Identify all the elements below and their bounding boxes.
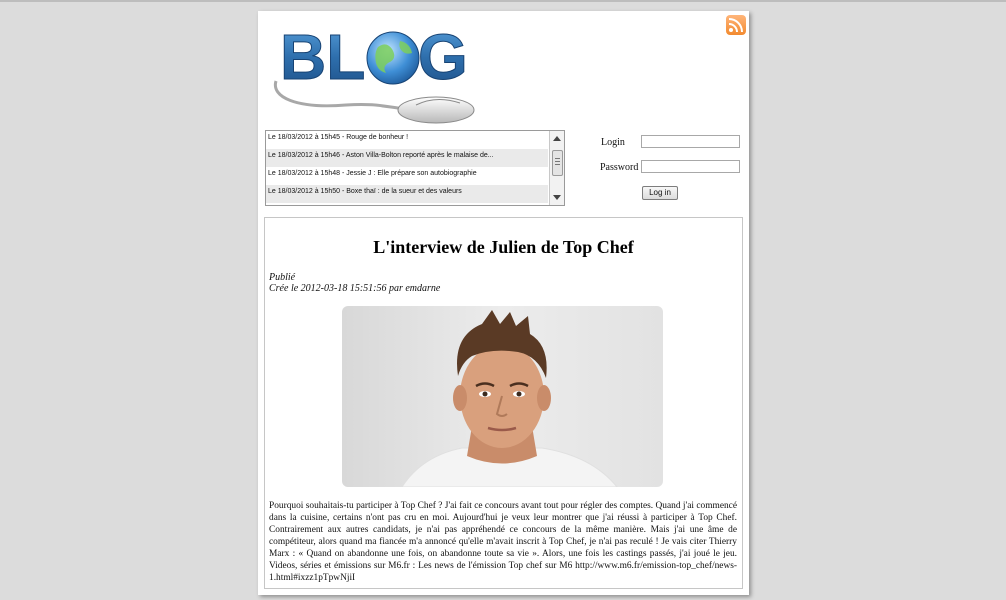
login-label: Login <box>601 137 625 148</box>
news-item[interactable]: Le 18/03/2012 à 15h45 - Rouge de bonheur… <box>266 131 548 149</box>
login-input[interactable] <box>641 135 740 148</box>
login-button[interactable]: Log in <box>642 186 678 200</box>
ticker-scrollbar[interactable] <box>549 131 564 205</box>
scroll-up-arrow-icon[interactable] <box>553 136 561 141</box>
rss-feed-icon[interactable] <box>726 15 746 35</box>
scroll-thumb[interactable] <box>552 150 563 176</box>
blog-logo[interactable]: BL G <box>266 17 481 125</box>
news-item[interactable]: Le 18/03/2012 à 15h46 - Aston Villa-Bolt… <box>266 149 548 167</box>
scroll-down-arrow-icon[interactable] <box>553 195 561 200</box>
article: L'interview de Julien de Top Chef Publié… <box>264 217 743 589</box>
article-meta: Crée le 2012-03-18 15:51:56 par emdarne <box>269 283 441 294</box>
logo-text: BL <box>280 21 365 93</box>
article-title: L'interview de Julien de Top Chef <box>373 237 634 257</box>
news-item[interactable]: Le 18/03/2012 à 15h50 - Boxe thaï : de l… <box>266 185 548 203</box>
blog-page: BL G Le 18/03/2012 à 15h45 - Rouge de bo… <box>258 11 749 595</box>
news-ticker-list[interactable]: Le 18/03/2012 à 15h45 - Rouge de bonheur… <box>265 130 565 206</box>
password-input[interactable] <box>641 160 740 173</box>
article-body: Pourquoi souhaitais-tu participer à Top … <box>269 501 737 583</box>
news-item[interactable]: Le 18/03/2012 à 15h48 - Jessie J : Elle … <box>266 167 548 185</box>
article-photo <box>342 306 663 487</box>
svg-text:G: G <box>418 21 468 93</box>
password-label: Password <box>600 162 639 173</box>
top-border <box>0 0 1006 2</box>
article-status: Publié <box>269 272 296 283</box>
computer-mouse-icon <box>397 96 475 124</box>
